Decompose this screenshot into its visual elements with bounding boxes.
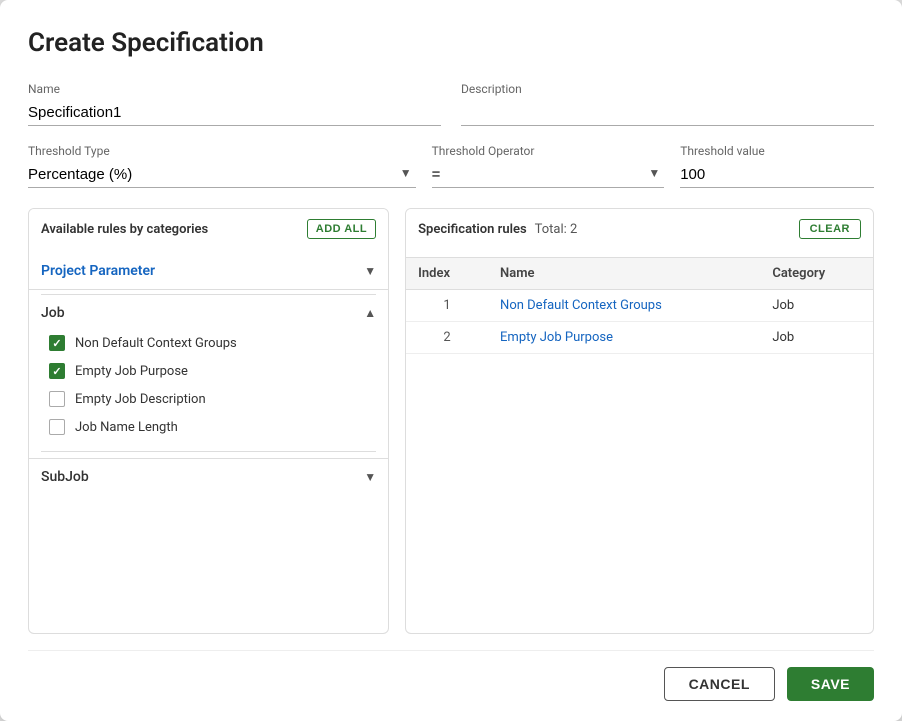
threshold-value-group: Threshold value [680,144,874,188]
job-group-arrow[interactable]: ▲ [364,306,376,320]
available-panel-body: Project Parameter ▼ Job ▲ Non Default Co… [29,249,388,633]
dialog-footer: CANCEL SAVE [28,650,874,701]
checkbox-4[interactable] [49,419,65,435]
subjob-arrow[interactable]: ▼ [364,470,376,484]
description-field-group: Description [461,82,874,126]
rule-item-2[interactable]: Empty Job Purpose [29,357,388,385]
rule-item-4[interactable]: Job Name Length [29,413,388,441]
threshold-value-input[interactable] [680,162,874,188]
threshold-type-label: Threshold Type [28,144,416,158]
row-2-category: Job [760,322,873,354]
rule-label-1: Non Default Context Groups [75,336,237,351]
spec-table-header-row: Index Name Category [406,258,873,290]
table-row: 1 Non Default Context Groups Job [406,290,873,322]
checkbox-3[interactable] [49,391,65,407]
rule-label-2: Empty Job Purpose [75,364,188,379]
row-1-category: Job [760,290,873,322]
checkbox-2[interactable] [49,363,65,379]
clear-button[interactable]: CLEAR [799,219,861,239]
subjob-section: SubJob ▼ [29,458,388,495]
subjob-label: SubJob [41,469,89,485]
subjob-header[interactable]: SubJob ▼ [29,459,388,495]
rule-item-3[interactable]: Empty Job Description [29,385,388,413]
row-2-name[interactable]: Empty Job Purpose [488,322,760,354]
threshold-operator-group: Threshold Operator = ▼ [432,144,665,188]
spec-total: Total: 2 [535,222,578,237]
threshold-value-label: Threshold value [680,144,874,158]
spec-panel-body: Index Name Category 1 Non Default Contex… [406,249,873,633]
spec-table: Index Name Category 1 Non Default Contex… [406,257,873,354]
name-field-group: Name [28,82,441,126]
row-1-name[interactable]: Non Default Context Groups [488,290,760,322]
rule-label-4: Job Name Length [75,420,178,435]
available-rules-panel: Available rules by categories ADD ALL Pr… [28,208,389,634]
row-2-index: 2 [406,322,488,354]
add-all-button[interactable]: ADD ALL [307,219,376,239]
save-button[interactable]: SAVE [787,667,874,701]
dialog-title: Create Specification [28,28,874,58]
threshold-type-select[interactable]: Percentage (%) [28,162,416,188]
create-specification-dialog: Create Specification Name Description Th… [0,0,902,721]
checkbox-1[interactable] [49,335,65,351]
cancel-button[interactable]: CANCEL [664,667,775,701]
row-1-index: 1 [406,290,488,322]
threshold-row: Threshold Type Percentage (%) ▼ Threshol… [28,144,874,188]
divider-2 [41,451,376,452]
description-label: Description [461,82,874,96]
rule-label-3: Empty Job Description [75,392,206,407]
category-selector-label: Project Parameter [41,263,155,279]
name-label: Name [28,82,441,96]
threshold-operator-select[interactable]: = [432,162,665,188]
spec-table-head: Index Name Category [406,258,873,290]
description-input[interactable] [461,100,874,126]
category-dropdown-arrow[interactable]: ▼ [364,264,376,278]
threshold-operator-label: Threshold Operator [432,144,665,158]
spec-panel-title: Specification rules [418,222,527,237]
table-row: 2 Empty Job Purpose Job [406,322,873,354]
spec-panel-header: Specification rules Total: 2 CLEAR [406,209,873,249]
name-description-row: Name Description [28,82,874,126]
panels-row: Available rules by categories ADD ALL Pr… [28,208,874,634]
col-name: Name [488,258,760,290]
rule-item-1[interactable]: Non Default Context Groups [29,329,388,357]
spec-table-body: 1 Non Default Context Groups Job 2 Empty… [406,290,873,354]
name-input[interactable] [28,100,441,126]
spec-panel-header-left: Specification rules Total: 2 [418,222,577,237]
available-panel-title: Available rules by categories [41,222,208,237]
available-panel-header: Available rules by categories ADD ALL [29,209,388,249]
col-category: Category [760,258,873,290]
threshold-type-group: Threshold Type Percentage (%) ▼ [28,144,416,188]
category-selector[interactable]: Project Parameter ▼ [29,257,388,290]
spec-rules-panel: Specification rules Total: 2 CLEAR Index… [405,208,874,634]
job-group-label: Job [41,305,65,321]
job-group-header[interactable]: Job ▲ [29,295,388,329]
col-index: Index [406,258,488,290]
